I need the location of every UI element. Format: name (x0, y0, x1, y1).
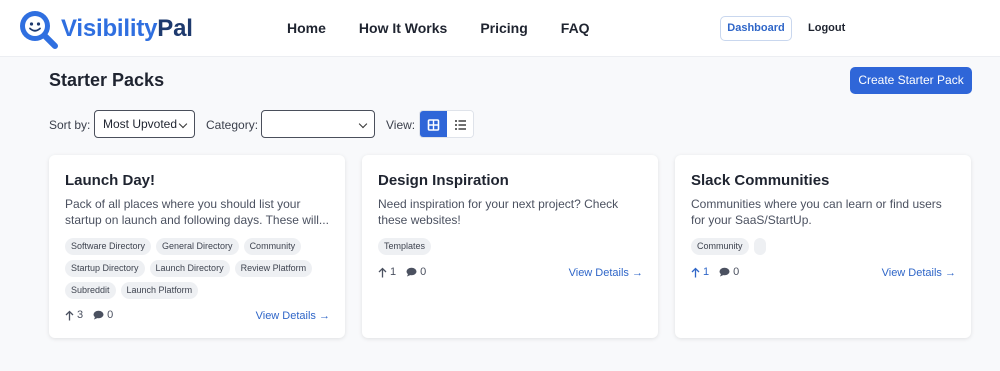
upvote-button[interactable]: 1 (691, 266, 709, 278)
comment-count: 0 (107, 309, 114, 321)
comments-stat[interactable]: 0 (93, 309, 113, 321)
sort-label: Sort by: (49, 118, 91, 132)
category-label: Category: (206, 118, 259, 132)
comment-icon (719, 267, 730, 277)
arrow-up-icon (378, 267, 387, 277)
card-title: Launch Day! (65, 172, 156, 189)
comment-icon (93, 310, 104, 320)
tag[interactable]: Community (243, 238, 302, 255)
grid-view-button[interactable] (420, 111, 447, 137)
logo-text: VisibilityPal (61, 15, 193, 43)
tag[interactable]: Launch Directory (149, 260, 230, 277)
comments-stat[interactable]: 0 (719, 266, 739, 278)
logout-button[interactable]: Logout (808, 22, 845, 34)
upvote-button[interactable]: 1 (378, 266, 396, 278)
nav-home[interactable]: Home (287, 19, 326, 37)
tag[interactable]: Startup Directory (65, 260, 145, 277)
arrow-up-icon (691, 267, 700, 277)
arrow-up-icon (65, 310, 74, 320)
card-title: Design Inspiration (378, 172, 509, 189)
magnifier-smile-icon (17, 8, 59, 50)
list-view-button[interactable] (447, 111, 473, 137)
tag[interactable]: Review Platform (234, 260, 313, 277)
sort-select-value: Most Upvoted (103, 117, 178, 131)
card-stats: 1 0 (691, 266, 749, 278)
upvote-button[interactable]: 3 (65, 309, 83, 321)
sort-select[interactable]: Most Upvoted (94, 110, 195, 138)
card-description: Communities where you can learn or find … (691, 197, 942, 227)
view-details-link[interactable]: View Details → (256, 310, 330, 322)
comment-icon (406, 267, 417, 277)
starter-pack-card[interactable]: Slack Communities Communities where you … (675, 155, 971, 338)
comment-count: 0 (733, 266, 740, 278)
upvote-count: 1 (390, 266, 397, 278)
upvote-count: 1 (703, 266, 710, 278)
create-starter-pack-button[interactable]: Create Starter Pack (850, 67, 972, 94)
starter-pack-card[interactable]: Design Inspiration Need inspiration for … (362, 155, 658, 338)
tag[interactable]: General Directory (156, 238, 239, 255)
nav-faq[interactable]: FAQ (561, 19, 590, 37)
card-title: Slack Communities (691, 172, 830, 189)
tag-list: Software Directory General Directory Com… (65, 238, 335, 304)
main-nav: Home How It Works Pricing FAQ (287, 19, 623, 37)
comments-stat[interactable]: 0 (406, 266, 426, 278)
tag[interactable]: Launch Platform (120, 282, 199, 299)
view-toggle (419, 110, 474, 138)
page-title: Starter Packs (49, 70, 165, 90)
top-navbar: VisibilityPal Home How It Works Pricing … (0, 0, 1000, 57)
tag-list: Templates (378, 238, 648, 260)
nav-pricing[interactable]: Pricing (480, 19, 527, 37)
card-stats: 1 0 (378, 266, 436, 278)
tag-list: Community (691, 238, 961, 260)
view-details-link[interactable]: View Details → (569, 267, 643, 279)
chevron-down-icon (178, 119, 188, 129)
starter-pack-card[interactable]: Launch Day! Pack of all places where you… (49, 155, 345, 338)
tag[interactable]: Software Directory (65, 238, 152, 255)
list-icon (455, 120, 466, 130)
logo[interactable]: VisibilityPal (17, 8, 193, 50)
dashboard-button[interactable]: Dashboard (720, 16, 792, 41)
card-description: Need inspiration for your next project? … (378, 197, 619, 227)
view-label: View: (386, 118, 416, 132)
tag[interactable]: Community (691, 238, 749, 255)
logo-text-part2: Pal (157, 15, 193, 42)
card-stats: 3 0 (65, 309, 123, 321)
chevron-down-icon (358, 119, 368, 129)
upvote-count: 3 (77, 309, 84, 321)
category-select[interactable] (261, 110, 375, 138)
tag[interactable]: Templates (378, 238, 432, 255)
nav-how-it-works[interactable]: How It Works (359, 19, 447, 37)
logo-text-part1: Visibility (61, 15, 158, 42)
grid-icon (427, 119, 440, 131)
view-details-link[interactable]: View Details → (882, 267, 956, 279)
tag[interactable]: Subreddit (65, 282, 116, 299)
tag[interactable] (753, 238, 766, 255)
card-description: Pack of all places where you should list… (65, 197, 329, 227)
comment-count: 0 (420, 266, 427, 278)
